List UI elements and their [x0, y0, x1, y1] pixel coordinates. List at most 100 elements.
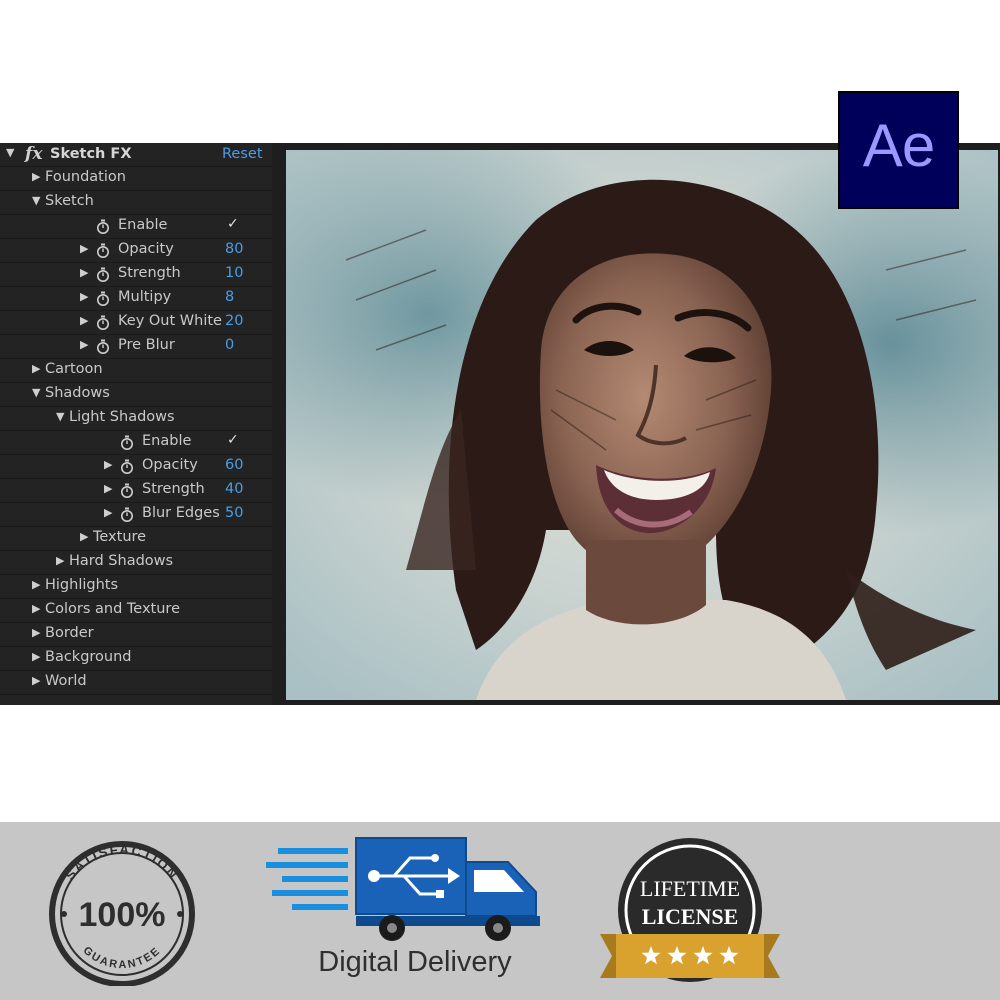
param-label: Multipy [118, 289, 172, 305]
enable-checkbox[interactable]: ✓ [227, 216, 239, 232]
group-row-background[interactable]: ▶ Background [0, 647, 272, 671]
expand-triangle-icon[interactable]: ▶ [104, 506, 112, 519]
param-value[interactable]: 8 [225, 289, 234, 305]
group-label: Texture [93, 529, 147, 545]
expand-triangle-icon[interactable]: ▶ [56, 554, 64, 567]
group-label: Foundation [45, 169, 126, 185]
stopwatch-icon[interactable] [96, 339, 110, 355]
lifetime-text: LIFETIME [640, 876, 740, 901]
param-row-enable[interactable]: Enable ✓ [0, 215, 272, 239]
dot-icon [61, 911, 67, 917]
param-label: Enable [142, 433, 192, 449]
param-row-enable[interactable]: Enable ✓ [0, 431, 272, 455]
param-label: Pre Blur [118, 337, 175, 353]
group-label: Light Shadows [69, 409, 175, 425]
stopwatch-icon[interactable] [120, 435, 134, 451]
expand-triangle-icon[interactable]: ▶ [80, 290, 88, 303]
group-row-foundation[interactable]: ▶ Foundation [0, 167, 272, 191]
enable-checkbox[interactable]: ✓ [227, 432, 239, 448]
group-row-hard-shadows[interactable]: ▶ Hard Shadows [0, 551, 272, 575]
param-row-opacity[interactable]: ▶ Opacity 60 [0, 455, 272, 479]
expand-triangle-icon[interactable]: ▶ [80, 266, 88, 279]
param-value[interactable]: 60 [225, 457, 243, 473]
param-row-strength[interactable]: ▶ Strength 40 [0, 479, 272, 503]
expand-triangle-icon[interactable]: ▶ [32, 578, 40, 591]
stopwatch-icon[interactable] [120, 483, 134, 499]
param-label: Key Out White [118, 313, 222, 329]
param-row-blur-edges[interactable]: ▶ Blur Edges 50 [0, 503, 272, 527]
collapse-triangle-icon[interactable]: ▼ [32, 194, 40, 207]
collapse-triangle-icon[interactable]: ▼ [6, 146, 14, 159]
stopwatch-icon[interactable] [96, 267, 110, 283]
lifetime-license-badge: LIFETIME LICENSE [600, 838, 780, 982]
group-row-light-shadows[interactable]: ▼ Light Shadows [0, 407, 272, 431]
group-label: Colors and Texture [45, 601, 180, 617]
collapse-triangle-icon[interactable]: ▼ [56, 410, 64, 423]
group-row-shadows[interactable]: ▼ Shadows [0, 383, 272, 407]
sketch-preview-image [286, 150, 998, 700]
expand-triangle-icon[interactable]: ▶ [32, 362, 40, 375]
param-row-multipy[interactable]: ▶ Multipy 8 [0, 287, 272, 311]
group-label: Cartoon [45, 361, 103, 377]
expand-triangle-icon[interactable]: ▶ [32, 170, 40, 183]
param-label: Enable [118, 217, 168, 233]
param-label: Opacity [142, 457, 198, 473]
usb-truck-icon [266, 837, 540, 941]
param-value[interactable]: 80 [225, 241, 243, 257]
group-row-world[interactable]: ▶ World [0, 671, 272, 695]
param-value[interactable]: 50 [225, 505, 243, 521]
dot-icon [177, 911, 183, 917]
param-label: Blur Edges [142, 505, 220, 521]
group-label: World [45, 673, 87, 689]
group-row-texture[interactable]: ▶ Texture [0, 527, 272, 551]
expand-triangle-icon[interactable]: ▶ [80, 530, 88, 543]
satisfaction-percent: 100% [79, 896, 166, 934]
expand-triangle-icon[interactable]: ▶ [32, 650, 40, 663]
expand-triangle-icon[interactable]: ▶ [32, 626, 40, 639]
param-label: Strength [142, 481, 205, 497]
group-label: Sketch [45, 193, 94, 209]
param-label: Strength [118, 265, 181, 281]
param-row-key-out-white[interactable]: ▶ Key Out White 20 [0, 311, 272, 335]
param-value[interactable]: 10 [225, 265, 243, 281]
expand-triangle-icon[interactable]: ▶ [80, 338, 88, 351]
stopwatch-icon[interactable] [120, 459, 134, 475]
group-label: Background [45, 649, 132, 665]
param-row-opacity[interactable]: ▶ Opacity 80 [0, 239, 272, 263]
expand-triangle-icon[interactable]: ▶ [104, 482, 112, 495]
after-effects-logo: Ae [838, 91, 959, 209]
reset-button[interactable]: Reset [222, 146, 263, 162]
group-row-border[interactable]: ▶ Border [0, 623, 272, 647]
effect-controls-panel: ▼ fx Sketch FX Reset ▶ Foundation ▼ Sketch E… [0, 143, 272, 705]
param-row-strength[interactable]: ▶ Strength 10 [0, 263, 272, 287]
group-label: Border [45, 625, 94, 641]
effect-header-row[interactable]: ▼ fx Sketch FX Reset [0, 143, 272, 167]
stopwatch-icon[interactable] [96, 243, 110, 259]
expand-triangle-icon[interactable]: ▶ [32, 602, 40, 615]
expand-triangle-icon[interactable]: ▶ [32, 674, 40, 687]
expand-triangle-icon[interactable]: ▶ [104, 458, 112, 471]
param-value[interactable]: 40 [225, 481, 243, 497]
license-text: LICENSE [642, 904, 739, 929]
group-row-sketch[interactable]: ▼ Sketch [0, 191, 272, 215]
param-value[interactable]: 20 [225, 313, 243, 329]
svg-text:SATISFACTION: SATISFACTION [62, 842, 181, 883]
expand-triangle-icon[interactable]: ▶ [80, 242, 88, 255]
group-label: Hard Shadows [69, 553, 174, 569]
collapse-triangle-icon[interactable]: ▼ [32, 386, 40, 399]
group-row-highlights[interactable]: ▶ Highlights [0, 575, 272, 599]
stopwatch-icon[interactable] [96, 219, 110, 235]
group-row-colors-and-texture[interactable]: ▶ Colors and Texture [0, 599, 272, 623]
expand-triangle-icon[interactable]: ▶ [80, 314, 88, 327]
stopwatch-icon[interactable] [96, 315, 110, 331]
param-value[interactable]: 0 [225, 337, 234, 353]
satisfaction-guarantee-badge: SATISFACTION GUARANTEE 100% [49, 841, 195, 986]
effect-title: Sketch FX [50, 146, 132, 162]
satisfaction-top-text: SATISFACTION [62, 842, 179, 883]
stopwatch-icon[interactable] [96, 291, 110, 307]
param-label: Opacity [118, 241, 174, 257]
ae-logo-text: Ae [862, 112, 935, 179]
stopwatch-icon[interactable] [120, 507, 134, 523]
param-row-pre-blur[interactable]: ▶ Pre Blur 0 [0, 335, 272, 359]
group-row-cartoon[interactable]: ▶ Cartoon [0, 359, 272, 383]
